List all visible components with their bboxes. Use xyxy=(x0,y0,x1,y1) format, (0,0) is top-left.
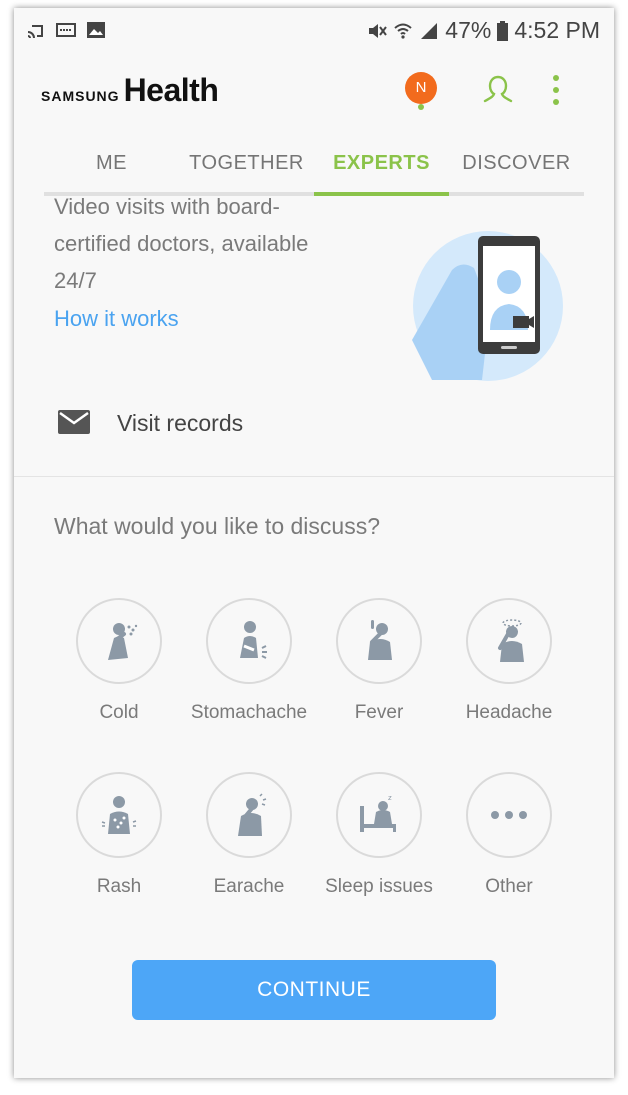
topic-circle xyxy=(76,772,162,858)
cold-icon xyxy=(108,623,138,660)
voicemail-icon xyxy=(56,23,76,37)
topic-headache[interactable]: Headache xyxy=(444,598,574,724)
how-it-works-link[interactable]: How it works xyxy=(54,306,179,332)
battery-percent: 47% xyxy=(445,17,492,43)
clock: 4:52 PM xyxy=(514,17,600,43)
visit-records-row[interactable]: Visit records xyxy=(14,388,614,458)
topic-stomachache[interactable]: Stomachache xyxy=(184,598,314,724)
more-horizontal-icon xyxy=(491,811,527,819)
image-icon xyxy=(87,22,105,38)
signal-icon xyxy=(421,22,438,39)
topic-cold[interactable]: Cold xyxy=(54,598,184,724)
app-logo: SAMSUNG Health xyxy=(41,72,219,109)
topic-circle: z xyxy=(336,772,422,858)
battery-icon xyxy=(497,20,509,41)
topic-fever[interactable]: Fever xyxy=(314,598,444,724)
video-visit-illustration xyxy=(412,231,563,381)
topic-label: Sleep issues xyxy=(325,876,433,897)
topic-circle xyxy=(336,598,422,684)
tab-experts[interactable]: EXPERTS xyxy=(314,134,449,196)
notification-avatar[interactable]: N xyxy=(405,72,437,110)
wifi-icon xyxy=(394,23,412,39)
topic-label: Cold xyxy=(99,702,139,723)
tab-me[interactable]: ME xyxy=(44,134,179,192)
tab-discover[interactable]: DISCOVER xyxy=(449,134,584,192)
svg-text:z: z xyxy=(388,794,392,802)
topic-rash[interactable]: Rash xyxy=(54,772,184,898)
topic-label: Fever xyxy=(354,702,404,723)
fever-icon xyxy=(368,620,392,660)
brand-label: SAMSUNG xyxy=(41,88,120,104)
profile-icon[interactable] xyxy=(480,73,516,109)
app-header: SAMSUNG Health N xyxy=(14,54,614,134)
topic-circle xyxy=(466,772,552,858)
continue-button[interactable]: CONTINUE xyxy=(132,960,496,1020)
cast-icon xyxy=(27,25,43,39)
mute-icon xyxy=(369,23,388,38)
sleep-issues-icon: z xyxy=(360,794,396,832)
status-bar: 47% 4:52 PM xyxy=(14,8,614,54)
topic-earache[interactable]: Earache xyxy=(184,772,314,898)
topic-sleep-issues[interactable]: z Sleep issues xyxy=(314,772,444,898)
topic-label: Headache xyxy=(465,702,553,723)
intro-text: Video visits with board-certified doctor… xyxy=(54,194,309,293)
avatar-dot xyxy=(418,104,424,110)
tab-together[interactable]: TOGETHER xyxy=(179,134,314,192)
status-left xyxy=(26,20,106,40)
topic-circle xyxy=(466,598,552,684)
topic-other[interactable]: Other xyxy=(444,772,574,898)
rash-icon xyxy=(101,796,137,834)
topic-label: Rash xyxy=(96,876,142,897)
status-right: 47% 4:52 PM xyxy=(367,17,600,44)
avatar-initial: N xyxy=(415,79,427,96)
topic-label: Stomachache xyxy=(190,702,308,723)
topic-circle xyxy=(206,772,292,858)
topic-circle xyxy=(206,598,292,684)
topic-circle xyxy=(76,598,162,684)
mail-icon xyxy=(58,410,90,434)
app-name: Health xyxy=(123,72,219,108)
stomachache-icon xyxy=(240,621,267,659)
topic-label: Other xyxy=(485,876,533,897)
discuss-question: What would you like to discuss? xyxy=(54,513,380,539)
section-divider xyxy=(14,476,614,477)
topic-label: Earache xyxy=(213,876,285,897)
headache-icon xyxy=(498,619,524,662)
tab-bar: ME TOGETHER EXPERTS DISCOVER xyxy=(44,134,584,196)
phone-screen: 47% 4:52 PM SAMSUNG Health N ME TOGETHER… xyxy=(14,8,614,1078)
earache-icon xyxy=(238,793,267,836)
visit-records-label: Visit records xyxy=(117,410,244,436)
more-options-icon[interactable] xyxy=(551,74,561,106)
